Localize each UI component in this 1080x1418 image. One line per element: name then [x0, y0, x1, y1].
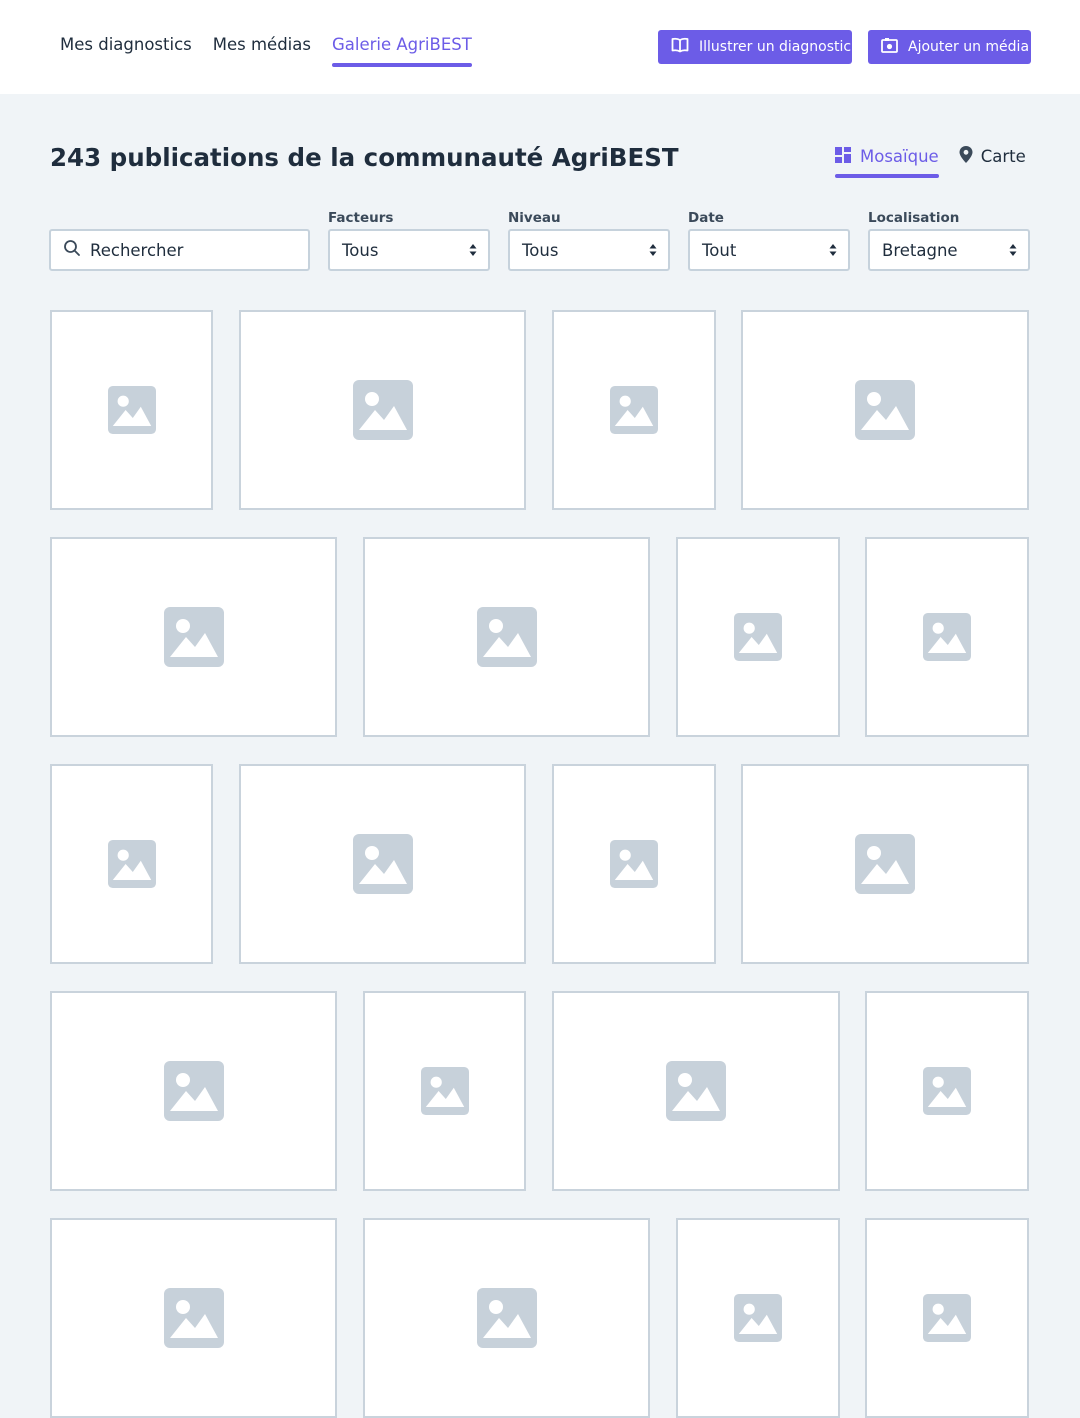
gallery-item[interactable] [363, 537, 650, 737]
gallery-item[interactable] [50, 537, 337, 737]
filter-facteurs-select[interactable]: Tous [328, 229, 490, 271]
search-input[interactable] [90, 240, 290, 260]
map-pin-icon [959, 146, 973, 167]
nav-mes-diagnostics[interactable]: Mes diagnostics [60, 35, 192, 67]
image-placeholder-icon [163, 1061, 224, 1121]
filter-date: Date Tout [688, 210, 850, 271]
image-placeholder-icon [107, 840, 156, 888]
gallery-item[interactable] [741, 764, 1029, 964]
filter-niveau: Niveau Tous [508, 210, 670, 271]
filter-date-label: Date [688, 210, 724, 226]
image-placeholder-icon [352, 380, 413, 440]
gallery-item[interactable] [676, 1218, 840, 1418]
gallery-item[interactable] [50, 764, 213, 964]
filter-localisation-select[interactable]: Bretagne [868, 229, 1030, 271]
image-placeholder-icon [923, 1294, 971, 1342]
filter-niveau-value: Tous [522, 240, 559, 260]
nav-mes-medias[interactable]: Mes médias [213, 35, 311, 67]
top-bar: Mes diagnostics Mes médias Galerie AgriB… [0, 0, 1080, 94]
view-mosaique-label: Mosaïque [860, 147, 939, 166]
image-placeholder-icon [476, 607, 537, 667]
filter-localisation: Localisation Bretagne [868, 210, 1030, 271]
image-placeholder-icon [666, 1061, 726, 1121]
camera-add-icon [881, 37, 898, 57]
image-placeholder-icon [163, 607, 224, 667]
filter-facteurs-label: Facteurs [328, 210, 394, 226]
nav-galerie-agribest[interactable]: Galerie AgriBEST [331, 35, 472, 67]
grid-icon [835, 146, 852, 167]
gallery-item[interactable] [552, 991, 840, 1191]
gallery-item[interactable] [552, 310, 716, 510]
illustrer-diagnostic-label: Illustrer un diagnostic [699, 39, 852, 55]
image-placeholder-icon [855, 834, 915, 894]
image-placeholder-icon [610, 386, 658, 434]
image-placeholder-icon [923, 613, 971, 661]
page-title: 243 publications de la communauté AgriBE… [50, 143, 679, 172]
gallery-item[interactable] [865, 537, 1029, 737]
filter-localisation-value: Bretagne [882, 240, 958, 260]
gallery-item[interactable] [865, 991, 1029, 1191]
filter-niveau-label: Niveau [508, 210, 561, 226]
view-toggle: Mosaïque Carte [835, 146, 1026, 178]
image-placeholder-icon [352, 834, 413, 894]
filter-facteurs-value: Tous [342, 240, 379, 260]
gallery-item[interactable] [363, 991, 526, 1191]
search-icon [63, 239, 81, 261]
filters-bar: Facteurs Tous Niveau Tous Date Tout Loca… [49, 210, 1031, 272]
image-placeholder-icon [734, 1294, 782, 1342]
search-box[interactable] [49, 229, 310, 271]
view-mosaique-tab[interactable]: Mosaïque [835, 146, 939, 178]
main-nav: Mes diagnostics Mes médias Galerie AgriB… [60, 35, 472, 67]
gallery-item[interactable] [865, 1218, 1029, 1418]
view-carte-label: Carte [980, 147, 1026, 166]
gallery-item[interactable] [239, 310, 526, 510]
filter-niveau-select[interactable]: Tous [508, 229, 670, 271]
gallery-item[interactable] [741, 310, 1029, 510]
gallery-item[interactable] [50, 310, 213, 510]
filter-facteurs: Facteurs Tous [328, 210, 490, 271]
illustrer-diagnostic-button[interactable]: Illustrer un diagnostic [658, 30, 852, 64]
gallery-item[interactable] [552, 764, 716, 964]
gallery-item[interactable] [239, 764, 526, 964]
filter-localisation-label: Localisation [868, 210, 960, 226]
image-placeholder-icon [855, 380, 915, 440]
gallery-item[interactable] [50, 1218, 337, 1418]
book-icon [671, 37, 689, 57]
ajouter-media-label: Ajouter un média [908, 39, 1030, 55]
image-placeholder-icon [923, 1067, 971, 1115]
view-carte-tab[interactable]: Carte [959, 146, 1026, 178]
image-placeholder-icon [610, 840, 658, 888]
gallery-item[interactable] [363, 1218, 650, 1418]
gallery-item[interactable] [50, 991, 337, 1191]
gallery-item[interactable] [676, 537, 840, 737]
image-placeholder-icon [107, 386, 156, 434]
select-arrows-icon [469, 241, 477, 260]
image-placeholder-icon [734, 613, 782, 661]
select-arrows-icon [829, 241, 837, 260]
ajouter-media-button[interactable]: Ajouter un média [868, 30, 1031, 64]
image-placeholder-icon [476, 1288, 537, 1348]
filter-date-value: Tout [702, 240, 737, 260]
select-arrows-icon [1009, 241, 1017, 260]
filter-date-select[interactable]: Tout [688, 229, 850, 271]
image-placeholder-icon [420, 1067, 469, 1115]
select-arrows-icon [649, 241, 657, 260]
image-placeholder-icon [163, 1288, 224, 1348]
